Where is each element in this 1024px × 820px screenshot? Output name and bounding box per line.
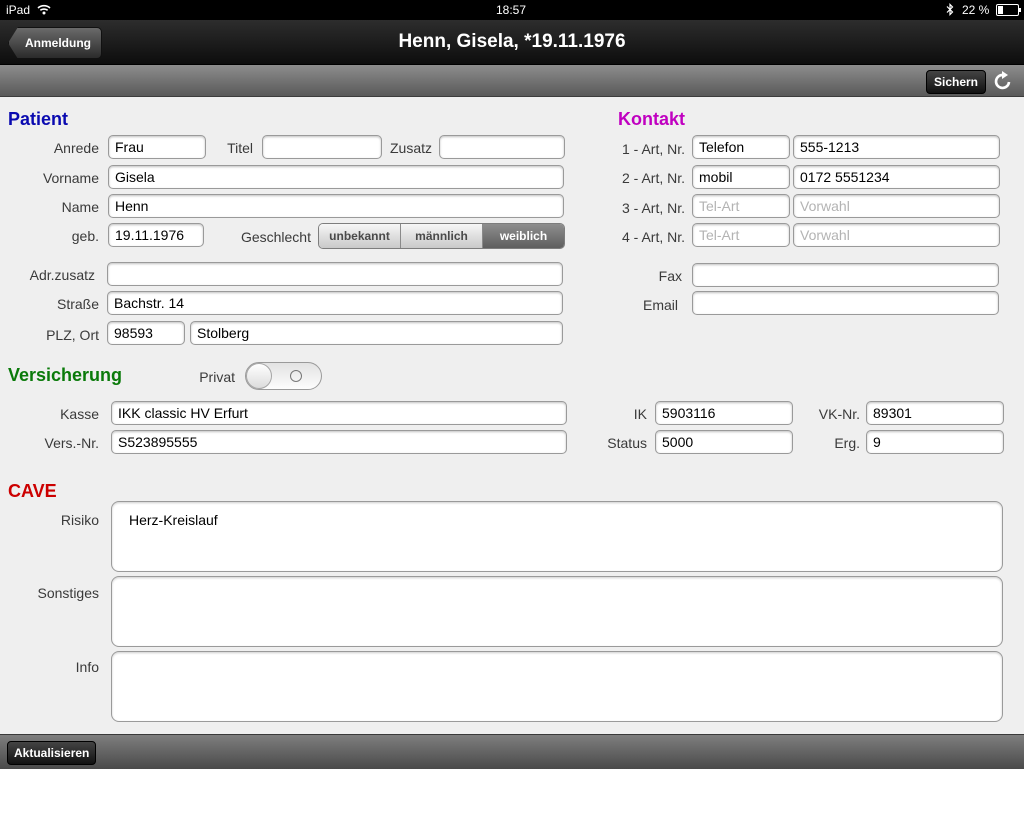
email-field[interactable] [692, 291, 999, 315]
back-button[interactable]: Anmeldung [8, 27, 102, 59]
vorname-label: Vorname [42, 170, 99, 186]
geb-label: geb. [71, 228, 99, 244]
zusatz-label: Zusatz [389, 140, 432, 156]
erg-label: Erg. [834, 435, 860, 451]
bottom-toolbar: Aktualisieren [0, 734, 1024, 769]
update-button[interactable]: Aktualisieren [7, 741, 97, 765]
ik-label: IK [633, 406, 647, 422]
zusatz-field[interactable] [439, 135, 565, 159]
name-label: Name [61, 199, 99, 215]
risiko-label: Risiko [60, 512, 99, 528]
clock: 18:57 [496, 3, 527, 17]
kontakt-1-label: 1 - Art, Nr. [621, 141, 685, 157]
vorname-field[interactable]: Gisela [108, 165, 564, 189]
fax-field[interactable] [692, 263, 999, 287]
anrede-field[interactable]: Frau [108, 135, 206, 159]
patient-form: Patient Anrede Frau Titel Zusatz Vorname… [0, 97, 1024, 734]
risiko-textarea[interactable]: Herz-Kreislauf [111, 501, 1003, 572]
name-field[interactable]: Henn [108, 194, 564, 218]
navigation-bar: Henn, Gisela, *19.11.1976 Anmeldung [0, 20, 1024, 65]
status-bar: iPad 18:57 22 % [0, 0, 1024, 20]
anrede-label: Anrede [53, 140, 99, 156]
patient-heading: Patient [8, 109, 69, 129]
top-toolbar: Sichern [0, 65, 1024, 97]
cave-heading: CAVE [8, 481, 57, 501]
geschlecht-unbekannt[interactable]: unbekannt [319, 224, 401, 248]
adrzusatz-field[interactable] [107, 262, 563, 286]
fax-label: Fax [658, 268, 682, 284]
sonstiges-label: Sonstiges [37, 585, 99, 601]
info-label: Info [75, 659, 99, 675]
save-button[interactable]: Sichern [926, 70, 987, 94]
titel-label: Titel [227, 140, 253, 156]
geschlecht-label: Geschlecht [240, 229, 311, 245]
kontakt-4-art-field[interactable]: Tel-Art [692, 223, 790, 247]
email-label: Email [642, 297, 678, 313]
kontakt-4-nr-field[interactable]: Vorwahl [793, 223, 1000, 247]
status-field[interactable]: 5000 [655, 430, 793, 454]
toggle-off-icon [290, 370, 302, 382]
info-textarea[interactable] [111, 651, 1003, 722]
kontakt-1-nr-field[interactable]: 555-1213 [793, 135, 1000, 159]
status-label: Status [607, 435, 647, 451]
wifi-icon [37, 4, 51, 15]
kontakt-2-label: 2 - Art, Nr. [621, 170, 685, 186]
erg-field[interactable]: 9 [866, 430, 1004, 454]
kontakt-3-label: 3 - Art, Nr. [621, 200, 685, 216]
kontakt-2-nr-field[interactable]: 0172 5551234 [793, 165, 1000, 189]
versnr-field[interactable]: S523895555 [111, 430, 567, 454]
adrzusatz-label: Adr.zusatz [29, 267, 95, 283]
privat-label: Privat [199, 369, 235, 385]
battery-icon [996, 4, 1021, 16]
vknr-label: VK-Nr. [818, 406, 860, 422]
bluetooth-icon [946, 3, 954, 16]
kontakt-3-art-field[interactable]: Tel-Art [692, 194, 790, 218]
page-title: Henn, Gisela, *19.11.1976 [398, 31, 626, 52]
ik-field[interactable]: 5903116 [655, 401, 793, 425]
ort-field[interactable]: Stolberg [190, 321, 563, 345]
vknr-field[interactable]: 89301 [866, 401, 1004, 425]
kontakt-1-art-field[interactable]: Telefon [692, 135, 790, 159]
privat-toggle[interactable] [245, 362, 322, 390]
kontakt-2-art-field[interactable]: mobil [692, 165, 790, 189]
kontakt-3-nr-field[interactable]: Vorwahl [793, 194, 1000, 218]
versnr-label: Vers.-Nr. [44, 435, 99, 451]
sonstiges-textarea[interactable] [111, 576, 1003, 647]
titel-field[interactable] [262, 135, 382, 159]
geschlecht-maennlich[interactable]: männlich [401, 224, 483, 248]
geschlecht-segmented-control[interactable]: unbekannt männlich weiblich [318, 223, 565, 249]
toggle-knob [246, 363, 272, 389]
plzort-label: PLZ, Ort [46, 327, 99, 343]
geschlecht-weiblich[interactable]: weiblich [483, 224, 564, 248]
refresh-icon[interactable] [992, 70, 1014, 92]
kontakt-heading: Kontakt [618, 109, 685, 129]
strasse-label: Straße [56, 296, 99, 312]
battery-percent: 22 % [962, 3, 990, 17]
geb-field[interactable]: 19.11.1976 [108, 223, 204, 247]
plz-field[interactable]: 98593 [107, 321, 185, 345]
strasse-field[interactable]: Bachstr. 14 [107, 291, 563, 315]
device-name: iPad [6, 3, 31, 17]
kasse-field[interactable]: IKK classic HV Erfurt [111, 401, 567, 425]
kontakt-4-label: 4 - Art, Nr. [621, 229, 685, 245]
versicherung-heading: Versicherung [8, 365, 123, 385]
kasse-label: Kasse [60, 406, 99, 422]
